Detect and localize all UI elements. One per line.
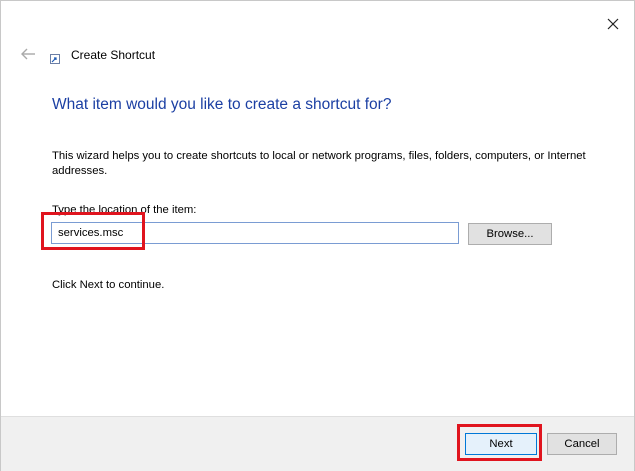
shortcut-app-icon <box>50 54 60 64</box>
create-shortcut-dialog: Create Shortcut What item would you like… <box>0 0 635 471</box>
close-icon[interactable] <box>602 13 624 35</box>
close-button[interactable] <box>602 13 624 35</box>
wizard-heading: What item would you like to create a sho… <box>52 96 392 113</box>
cancel-button[interactable]: Cancel <box>547 433 617 455</box>
location-input[interactable] <box>51 222 459 244</box>
window-title: Create Shortcut <box>71 48 156 62</box>
location-field-label: Type the location of the item: <box>52 204 197 216</box>
next-button[interactable]: Next <box>465 433 537 455</box>
dialog-footer: Next Cancel <box>1 416 634 471</box>
back-button[interactable] <box>19 45 39 63</box>
continue-instruction: Click Next to continue. <box>52 279 165 291</box>
wizard-description: This wizard helps you to create shortcut… <box>52 150 586 177</box>
back-arrow-icon[interactable] <box>19 45 39 63</box>
browse-button[interactable]: Browse... <box>468 223 552 245</box>
